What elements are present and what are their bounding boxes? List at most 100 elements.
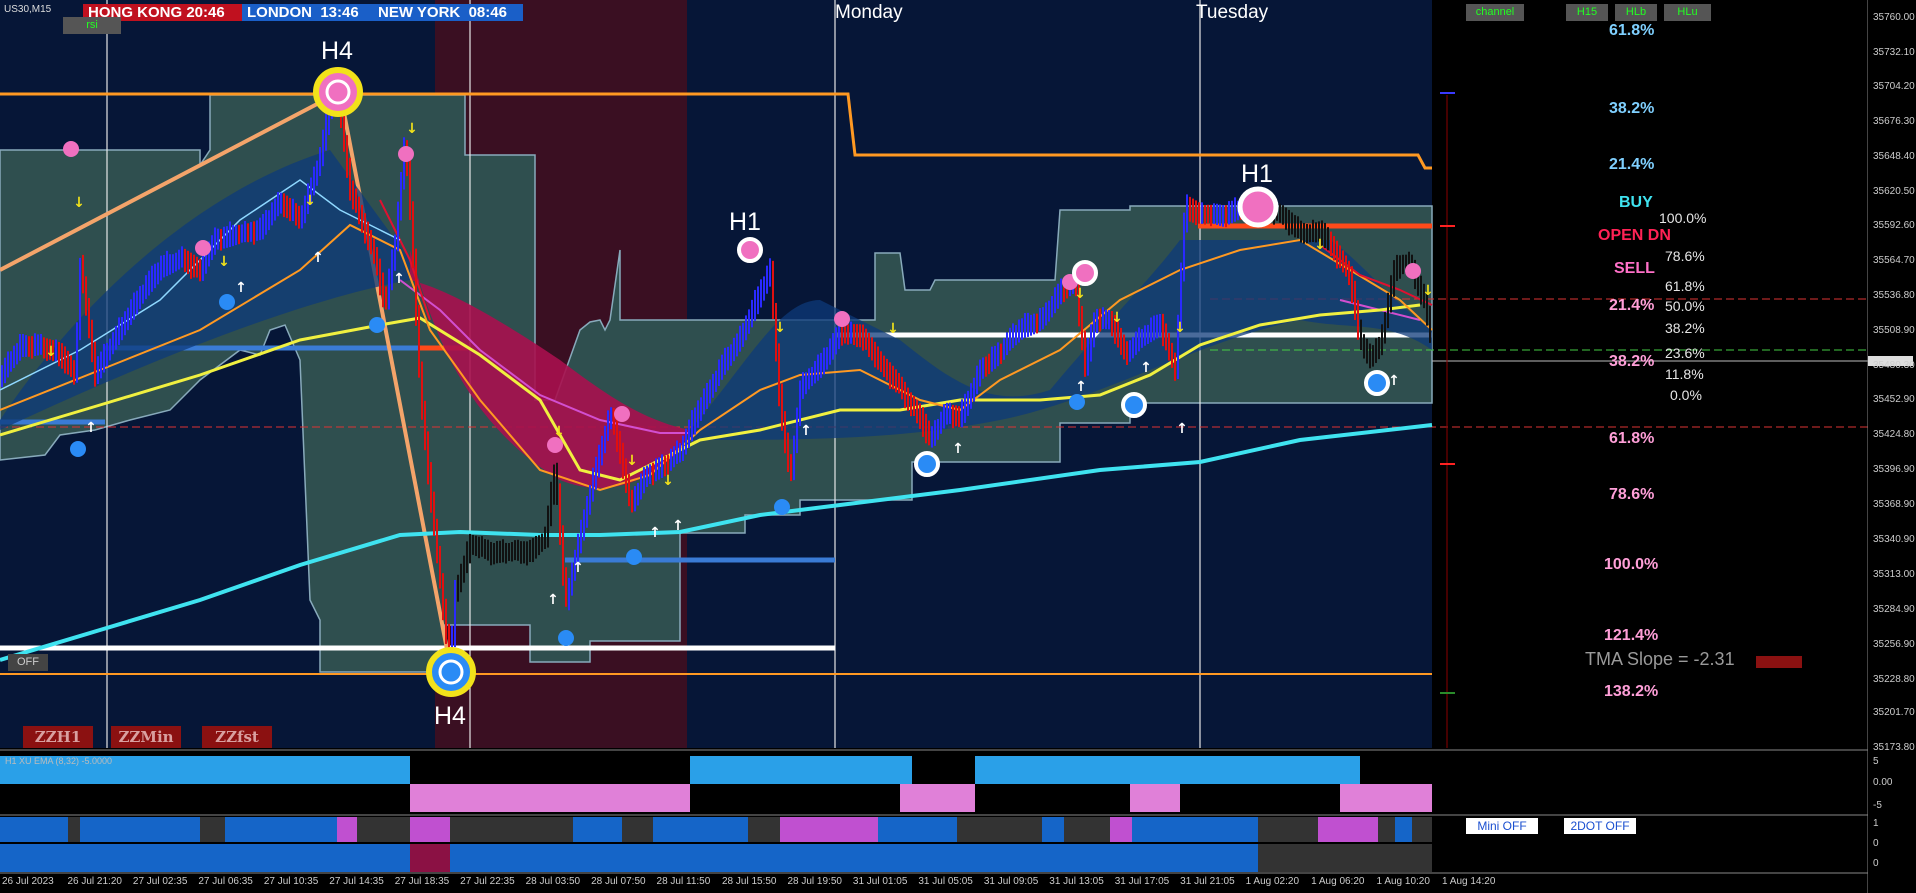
time-tick-label: 31 Jul 01:05 bbox=[852, 876, 908, 887]
color-block bbox=[1258, 817, 1318, 842]
session-london: LONDON 13:46 bbox=[242, 4, 373, 21]
h15-button[interactable]: H15 bbox=[1566, 4, 1608, 21]
price-tick-label: 35201.70 bbox=[1873, 707, 1915, 719]
chart-window: ↓ ↓ ↓ ↓ ↓ ↓ ↓ ↓ ↓ ↓ ↓ ↓ ↓ ↓ ↓ ↑ ↑ ↑ ↑ ↑ ↑ ↑ ↑ ↑ ↑ ↑ ↑ ↑ ↑ bbox=[0, 0, 1916, 893]
price-tick-label: 35452.90 bbox=[1873, 394, 1915, 406]
time-tick-label: 1 Aug 06:20 bbox=[1311, 876, 1365, 887]
svg-text:↑: ↑ bbox=[312, 250, 324, 266]
color-block bbox=[410, 817, 450, 842]
swing-label-h1-left: H1 bbox=[729, 208, 761, 236]
color-block bbox=[878, 817, 957, 842]
svg-text:↓: ↓ bbox=[406, 121, 418, 137]
price-tick-label: 35676.30 bbox=[1873, 116, 1915, 128]
time-tick-label: 26 Jul 2023 bbox=[2, 876, 54, 887]
svg-text:↓: ↓ bbox=[887, 321, 899, 337]
color-block bbox=[200, 817, 225, 842]
color-block bbox=[0, 844, 410, 872]
price-tick-label: 35732.10 bbox=[1873, 46, 1915, 58]
sub2-scale-label: 0 bbox=[1873, 838, 1879, 849]
zzfst-button[interactable]: ZZfst bbox=[202, 726, 272, 748]
time-tick-label: 27 Jul 22:35 bbox=[460, 876, 515, 887]
color-block bbox=[1378, 817, 1395, 842]
color-block bbox=[410, 844, 450, 872]
svg-text:↓: ↓ bbox=[553, 424, 565, 440]
time-tick-label: 31 Jul 13:05 bbox=[1049, 876, 1104, 887]
color-block bbox=[573, 817, 622, 842]
color-block bbox=[1395, 817, 1412, 842]
color-bar-indicator bbox=[0, 817, 1432, 872]
buy-status: BUY bbox=[1619, 194, 1653, 211]
color-block bbox=[1258, 844, 1432, 872]
time-tick-label: 31 Jul 17:05 bbox=[1114, 876, 1170, 887]
zzmin-button[interactable]: ZZMin bbox=[111, 726, 181, 748]
price-tick-label: 35704.20 bbox=[1873, 81, 1915, 93]
sub2-scale-label: 0 bbox=[1873, 858, 1879, 869]
svg-text:↓: ↓ bbox=[626, 453, 638, 469]
histogram-bar-negative bbox=[900, 784, 975, 812]
symbol-label: US30,M15 bbox=[4, 4, 52, 15]
price-tick-label: 35313.00 bbox=[1873, 568, 1915, 580]
color-block bbox=[337, 817, 357, 842]
color-block bbox=[1412, 817, 1432, 842]
fib-label: 38.2% bbox=[1609, 100, 1655, 117]
svg-text:↑: ↑ bbox=[1075, 379, 1087, 395]
tma-slope-label: TMA Slope = -2.31 bbox=[1585, 649, 1735, 669]
price-tick-label: 35480.30 bbox=[1873, 360, 1915, 372]
zzh1-button[interactable]: ZZH1 bbox=[23, 726, 93, 748]
channel-button[interactable]: channel bbox=[1466, 4, 1524, 21]
time-tick-label: 27 Jul 14:35 bbox=[329, 876, 384, 887]
time-tick-label: 28 Jul 19:50 bbox=[787, 876, 842, 887]
color-block bbox=[653, 817, 748, 842]
price-tick-label: 35500.30 bbox=[1870, 335, 1912, 347]
day-label-monday: Monday bbox=[835, 2, 903, 23]
time-tick-label: 1 Aug 10:20 bbox=[1376, 876, 1430, 887]
open-status: OPEN DN bbox=[1598, 227, 1671, 244]
svg-text:↓: ↓ bbox=[662, 473, 674, 489]
color-block bbox=[1110, 817, 1132, 842]
svg-text:↓: ↓ bbox=[218, 254, 230, 270]
sub1-label: H1 XU EMA (8,32) -5.0000 bbox=[5, 756, 113, 766]
color-block bbox=[1064, 817, 1110, 842]
svg-text:↑: ↑ bbox=[800, 423, 812, 439]
rsi-button[interactable]: rsi bbox=[63, 17, 121, 34]
fib-ratio: 38.2% bbox=[1665, 320, 1705, 336]
svg-text:↑: ↑ bbox=[393, 271, 405, 287]
fib-label: 61.8% bbox=[1609, 22, 1655, 39]
price-tick-label: 35368.90 bbox=[1873, 499, 1915, 511]
color-block bbox=[622, 817, 653, 842]
price-tick-label: 35564.70 bbox=[1873, 255, 1915, 267]
price-tick-label: 35592.60 bbox=[1873, 220, 1915, 232]
svg-text:↑: ↑ bbox=[547, 592, 559, 608]
hlu-button[interactable]: HLu bbox=[1664, 4, 1711, 21]
time-tick-label: 31 Jul 09:05 bbox=[983, 876, 1039, 887]
svg-text:↑: ↑ bbox=[952, 441, 964, 457]
2dot-off-button[interactable]: 2DOT OFF bbox=[1564, 818, 1636, 834]
svg-text:↓: ↓ bbox=[1074, 286, 1086, 302]
histogram-bar-negative bbox=[1340, 784, 1432, 812]
price-tick-label: 35508.90 bbox=[1873, 324, 1915, 336]
time-tick-label: 27 Jul 02:35 bbox=[132, 876, 188, 887]
price-tick-label: 35620.50 bbox=[1873, 185, 1915, 197]
svg-text:↑: ↑ bbox=[672, 518, 684, 534]
tma-slope-swatch bbox=[1756, 656, 1802, 668]
svg-text:↑: ↑ bbox=[572, 560, 584, 576]
time-tick-label: 28 Jul 15:50 bbox=[722, 876, 777, 887]
color-block bbox=[748, 817, 780, 842]
off-button[interactable]: OFF bbox=[8, 654, 48, 671]
color-block bbox=[1042, 817, 1064, 842]
color-block bbox=[80, 817, 200, 842]
price-tick-label: 35173.80 bbox=[1873, 742, 1915, 753]
fib-ratio: 78.6% bbox=[1665, 248, 1705, 264]
svg-text:↑: ↑ bbox=[649, 525, 661, 541]
svg-text:↓: ↓ bbox=[1314, 237, 1326, 253]
price-tick-label: 35284.90 bbox=[1873, 603, 1915, 615]
day-label-tuesday: Tuesday bbox=[1196, 2, 1269, 23]
color-block bbox=[1318, 817, 1378, 842]
svg-text:↓: ↓ bbox=[1422, 283, 1434, 299]
time-tick-label: 31 Jul 21:05 bbox=[1180, 876, 1235, 887]
xu-ema-histogram bbox=[0, 756, 1432, 812]
hlb-button[interactable]: HLb bbox=[1615, 4, 1657, 21]
fib-label: 78.6% bbox=[1609, 486, 1655, 503]
color-block bbox=[0, 817, 68, 842]
mini-off-button[interactable]: Mini OFF bbox=[1466, 818, 1538, 834]
